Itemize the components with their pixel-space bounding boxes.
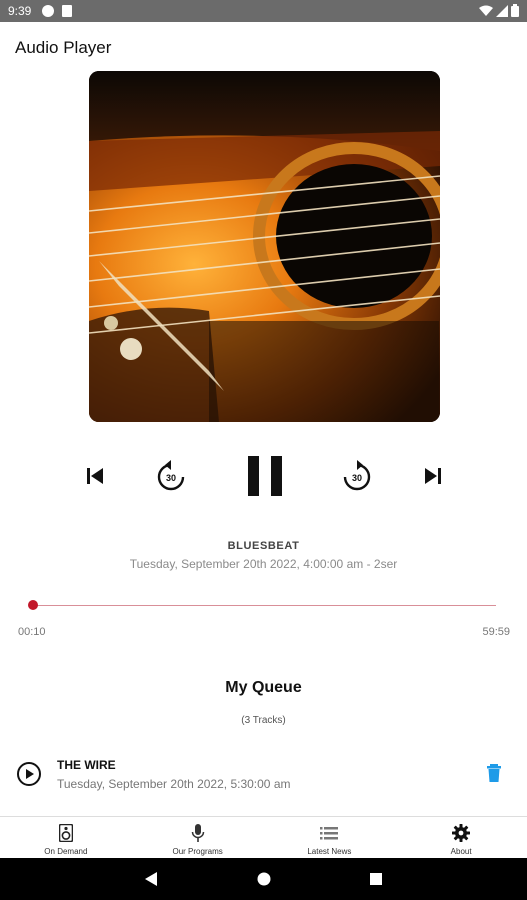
recents-button[interactable]	[366, 869, 386, 889]
skip-next-icon	[425, 468, 441, 484]
queue-item-title: THE WIRE	[57, 758, 116, 772]
pause-icon	[248, 456, 282, 496]
home-circle-icon	[257, 872, 271, 886]
play-circle-icon	[17, 762, 41, 786]
trash-icon	[487, 764, 501, 782]
back-triangle-icon	[145, 872, 157, 886]
queue-count: (3 Tracks)	[241, 715, 286, 726]
program-title: BLUESBEAT	[227, 540, 300, 552]
queue-item-date: Tuesday, September 20th 2022, 5:30:00 am	[57, 777, 291, 791]
nav-item-our-programs[interactable]: Our Programs	[132, 817, 264, 858]
forward-30-icon: 30	[343, 460, 371, 491]
queue-heading: My Queue	[225, 679, 302, 696]
queue-item[interactable]: THE WIRE Tuesday, September 20th 2022, 5…	[0, 752, 527, 798]
microphone-icon	[188, 823, 208, 843]
status-time: 9:39	[8, 4, 32, 18]
pause-button[interactable]	[240, 450, 290, 502]
home-button[interactable]	[254, 869, 274, 889]
replay-30-icon: 30	[157, 460, 185, 491]
list-icon	[319, 823, 339, 843]
nav-label-our-programs: Our Programs	[172, 847, 223, 856]
album-artwork	[89, 71, 440, 422]
rewind-label: 30	[166, 473, 176, 483]
nav-item-on-demand[interactable]: On Demand	[0, 817, 132, 858]
queue-play-button[interactable]	[16, 761, 42, 787]
page-title: Audio Player	[15, 38, 112, 57]
nav-label-about: About	[450, 847, 472, 856]
progress-track[interactable]	[32, 605, 496, 606]
forward-label: 30	[352, 473, 362, 483]
forward-30-button[interactable]: 30	[338, 456, 376, 496]
delete-button[interactable]	[486, 764, 504, 784]
nav-label-latest-news: Latest News	[307, 847, 352, 856]
previous-button[interactable]	[80, 461, 110, 491]
total-time: 59:59	[482, 626, 510, 638]
recents-square-icon	[370, 873, 382, 885]
nav-label-on-demand: On Demand	[44, 847, 88, 856]
nav-item-latest-news[interactable]: Latest News	[264, 817, 396, 858]
next-button[interactable]	[418, 461, 448, 491]
notification-icon	[42, 5, 54, 17]
system-nav-bar	[0, 858, 527, 900]
speaker-icon	[56, 823, 76, 843]
sd-card-icon	[62, 5, 72, 17]
status-right-icons	[479, 4, 519, 17]
rewind-30-button[interactable]: 30	[152, 456, 190, 496]
gear-icon	[451, 823, 471, 843]
battery-icon	[511, 4, 519, 17]
status-bar: 9:39	[0, 0, 527, 22]
signal-icon	[496, 4, 508, 17]
wifi-icon	[479, 5, 493, 16]
program-date: Tuesday, September 20th 2022, 4:00:00 am…	[129, 557, 398, 571]
elapsed-time: 00:10	[18, 626, 46, 638]
back-button[interactable]	[141, 869, 161, 889]
progress-thumb[interactable]	[28, 600, 39, 610]
nav-item-about[interactable]: About	[395, 817, 527, 858]
bottom-nav: On Demand Our Programs Latest News About	[0, 816, 527, 858]
skip-previous-icon	[87, 468, 103, 484]
